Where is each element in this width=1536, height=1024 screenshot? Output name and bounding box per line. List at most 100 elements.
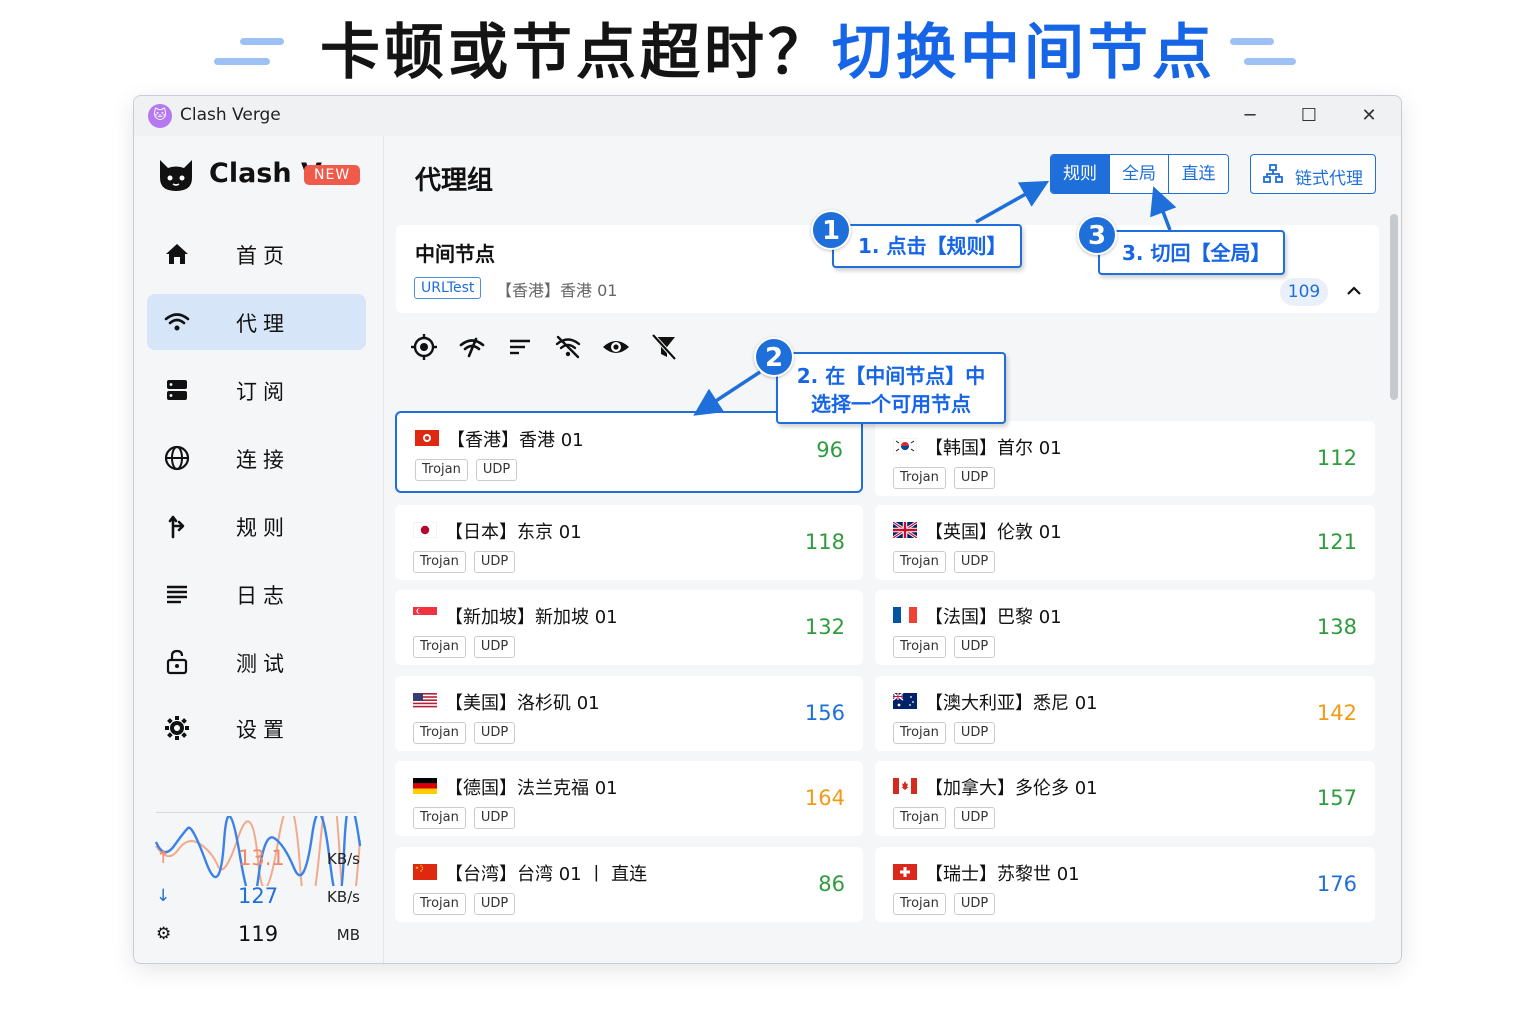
node-delay[interactable]: 96 xyxy=(816,438,843,462)
nav-logs[interactable]: 日志 xyxy=(147,566,366,622)
nav-settings[interactable]: 设置 xyxy=(147,700,366,756)
node-delay[interactable]: 86 xyxy=(818,872,845,896)
node-tags: Trojan UDP xyxy=(413,722,516,744)
node-tag: UDP xyxy=(953,467,996,489)
wifi-off-icon[interactable] xyxy=(553,332,583,362)
node-name: 【加拿大】多伦多 01 xyxy=(925,778,1098,799)
close-button[interactable]: ✕ xyxy=(1354,101,1384,131)
mode-rule-button[interactable]: 规则 xyxy=(1051,155,1110,193)
node-tags: Trojan UDP xyxy=(893,467,996,489)
node-tag: UDP xyxy=(473,636,516,658)
node-tag: UDP xyxy=(473,807,516,829)
mode-switch: 规则 全局 直连 xyxy=(1050,154,1229,194)
proxy-node-card[interactable]: 【法国】巴黎 01 Trojan UDP 138 xyxy=(875,590,1375,665)
step1-badge: 1 xyxy=(811,210,851,250)
node-tags: Trojan UDP xyxy=(893,807,996,829)
nav-label: 首页 xyxy=(236,244,290,268)
mode-direct-button[interactable]: 直连 xyxy=(1169,155,1228,193)
nav-subscription[interactable]: 订阅 xyxy=(147,362,366,418)
nav-rules[interactable]: 规则 xyxy=(147,498,366,554)
proxy-node-card[interactable]: 【德国】法兰克福 01 Trojan UDP 164 xyxy=(395,761,863,836)
step1-callout: 1. 点击【规则】 xyxy=(832,224,1022,268)
arrow-up-icon: ↑ xyxy=(156,848,171,868)
download-unit: KB/s xyxy=(327,888,360,906)
proxy-node-card[interactable]: 【加拿大】多伦多 01 Trojan UDP 157 xyxy=(875,761,1375,836)
nav-label: 设置 xyxy=(236,718,290,742)
maximize-button[interactable]: ☐ xyxy=(1294,101,1324,131)
node-tag: Trojan xyxy=(415,459,468,481)
node-tag: UDP xyxy=(473,893,516,915)
node-name: 【英国】伦敦 01 xyxy=(925,522,1062,543)
node-delay[interactable]: 164 xyxy=(805,786,845,810)
filter-off-icon[interactable] xyxy=(649,332,679,362)
node-tags: Trojan UDP xyxy=(893,636,996,658)
scrollbar[interactable] xyxy=(1390,214,1398,400)
nav-label: 代理 xyxy=(236,312,290,336)
title-bar: 🐱 Clash Verge ─ ☐ ✕ xyxy=(134,96,1401,136)
node-tag: Trojan xyxy=(413,807,466,829)
sidebar: Clash V NEW 首页 代理 订阅 连接 规则 日志 测试 设置 ↑ 13… xyxy=(134,136,384,963)
proxy-node-card[interactable]: 【英国】伦敦 01 Trojan UDP 121 xyxy=(875,505,1375,580)
node-tag: Trojan xyxy=(893,807,946,829)
node-tags: Trojan UDP xyxy=(413,636,516,658)
proxy-node-card[interactable]: 【瑞士】苏黎世 01 Trojan UDP 176 xyxy=(875,847,1375,922)
node-tags: Trojan UDP xyxy=(893,722,996,744)
delay-test-icon[interactable] xyxy=(457,332,487,362)
chevron-up-icon[interactable] xyxy=(1346,283,1362,299)
sort-icon[interactable] xyxy=(505,332,535,362)
node-tag: Trojan xyxy=(893,551,946,573)
nav-connections[interactable]: 连接 xyxy=(147,430,366,486)
node-tag: Trojan xyxy=(893,467,946,489)
step2-line2: 选择一个可用节点 xyxy=(811,392,971,416)
node-tag: Trojan xyxy=(413,893,466,915)
step3-badge: 3 xyxy=(1077,215,1117,255)
de-flag-icon xyxy=(413,778,437,794)
nav-home[interactable]: 首页 xyxy=(147,226,366,282)
node-tag: Trojan xyxy=(413,551,466,573)
node-name: 【澳大利亚】悉尼 01 xyxy=(925,693,1098,714)
node-name: 【新加坡】新加坡 01 xyxy=(445,607,618,628)
node-delay[interactable]: 121 xyxy=(1317,530,1357,554)
node-name: 【美国】洛杉矶 01 xyxy=(445,693,600,714)
chain-proxy-button[interactable]: 链式代理 xyxy=(1250,154,1376,194)
node-name: 【韩国】首尔 01 xyxy=(925,438,1062,459)
node-delay[interactable]: 112 xyxy=(1317,446,1357,470)
nav-test[interactable]: 测试 xyxy=(147,634,366,690)
proxy-node-card[interactable]: 【韩国】首尔 01 Trojan UDP 112 xyxy=(875,421,1375,496)
node-delay[interactable]: 176 xyxy=(1317,872,1357,896)
proxy-node-card[interactable]: 【美国】洛杉矶 01 Trojan UDP 156 xyxy=(395,676,863,751)
node-tags: Trojan UDP xyxy=(893,893,996,915)
minimize-button[interactable]: ─ xyxy=(1235,101,1265,131)
nav-label: 连接 xyxy=(236,448,290,472)
node-delay[interactable]: 156 xyxy=(805,701,845,725)
node-delay[interactable]: 138 xyxy=(1317,615,1357,639)
locate-icon[interactable] xyxy=(409,332,439,362)
gear-icon xyxy=(165,716,189,740)
node-tags: Trojan UDP xyxy=(413,807,516,829)
node-delay[interactable]: 157 xyxy=(1317,786,1357,810)
server-icon xyxy=(167,380,187,400)
node-tag: Trojan xyxy=(413,636,466,658)
mode-global-button[interactable]: 全局 xyxy=(1110,155,1169,193)
node-delay[interactable]: 118 xyxy=(805,530,845,554)
node-delay[interactable]: 142 xyxy=(1317,701,1357,725)
eye-icon[interactable] xyxy=(601,332,631,362)
node-tag: Trojan xyxy=(413,722,466,744)
proxy-node-card[interactable]: 【新加坡】新加坡 01 Trojan UDP 132 xyxy=(395,590,863,665)
proxy-node-card[interactable]: 【日本】东京 01 Trojan UDP 118 xyxy=(395,505,863,580)
proxy-node-card[interactable]: 【澳大利亚】悉尼 01 Trojan UDP 142 xyxy=(875,676,1375,751)
nav-proxy[interactable]: 代理 xyxy=(147,294,366,350)
home-icon xyxy=(166,244,188,264)
lock-icon xyxy=(166,649,188,675)
us-flag-icon xyxy=(413,693,437,709)
jp-flag-icon xyxy=(413,522,437,538)
nav-label: 日志 xyxy=(236,584,290,608)
sg-flag-icon xyxy=(413,607,437,623)
node-delay[interactable]: 132 xyxy=(805,615,845,639)
window-title: Clash Verge xyxy=(180,105,281,125)
proxy-node-card[interactable]: 【台湾】台湾 01 丨 直连 Trojan UDP 86 xyxy=(395,847,863,922)
node-tag: UDP xyxy=(953,807,996,829)
node-tags: Trojan UDP xyxy=(413,893,516,915)
step2-badge: 2 xyxy=(754,337,794,377)
group-name: 中间节点 xyxy=(415,242,495,266)
